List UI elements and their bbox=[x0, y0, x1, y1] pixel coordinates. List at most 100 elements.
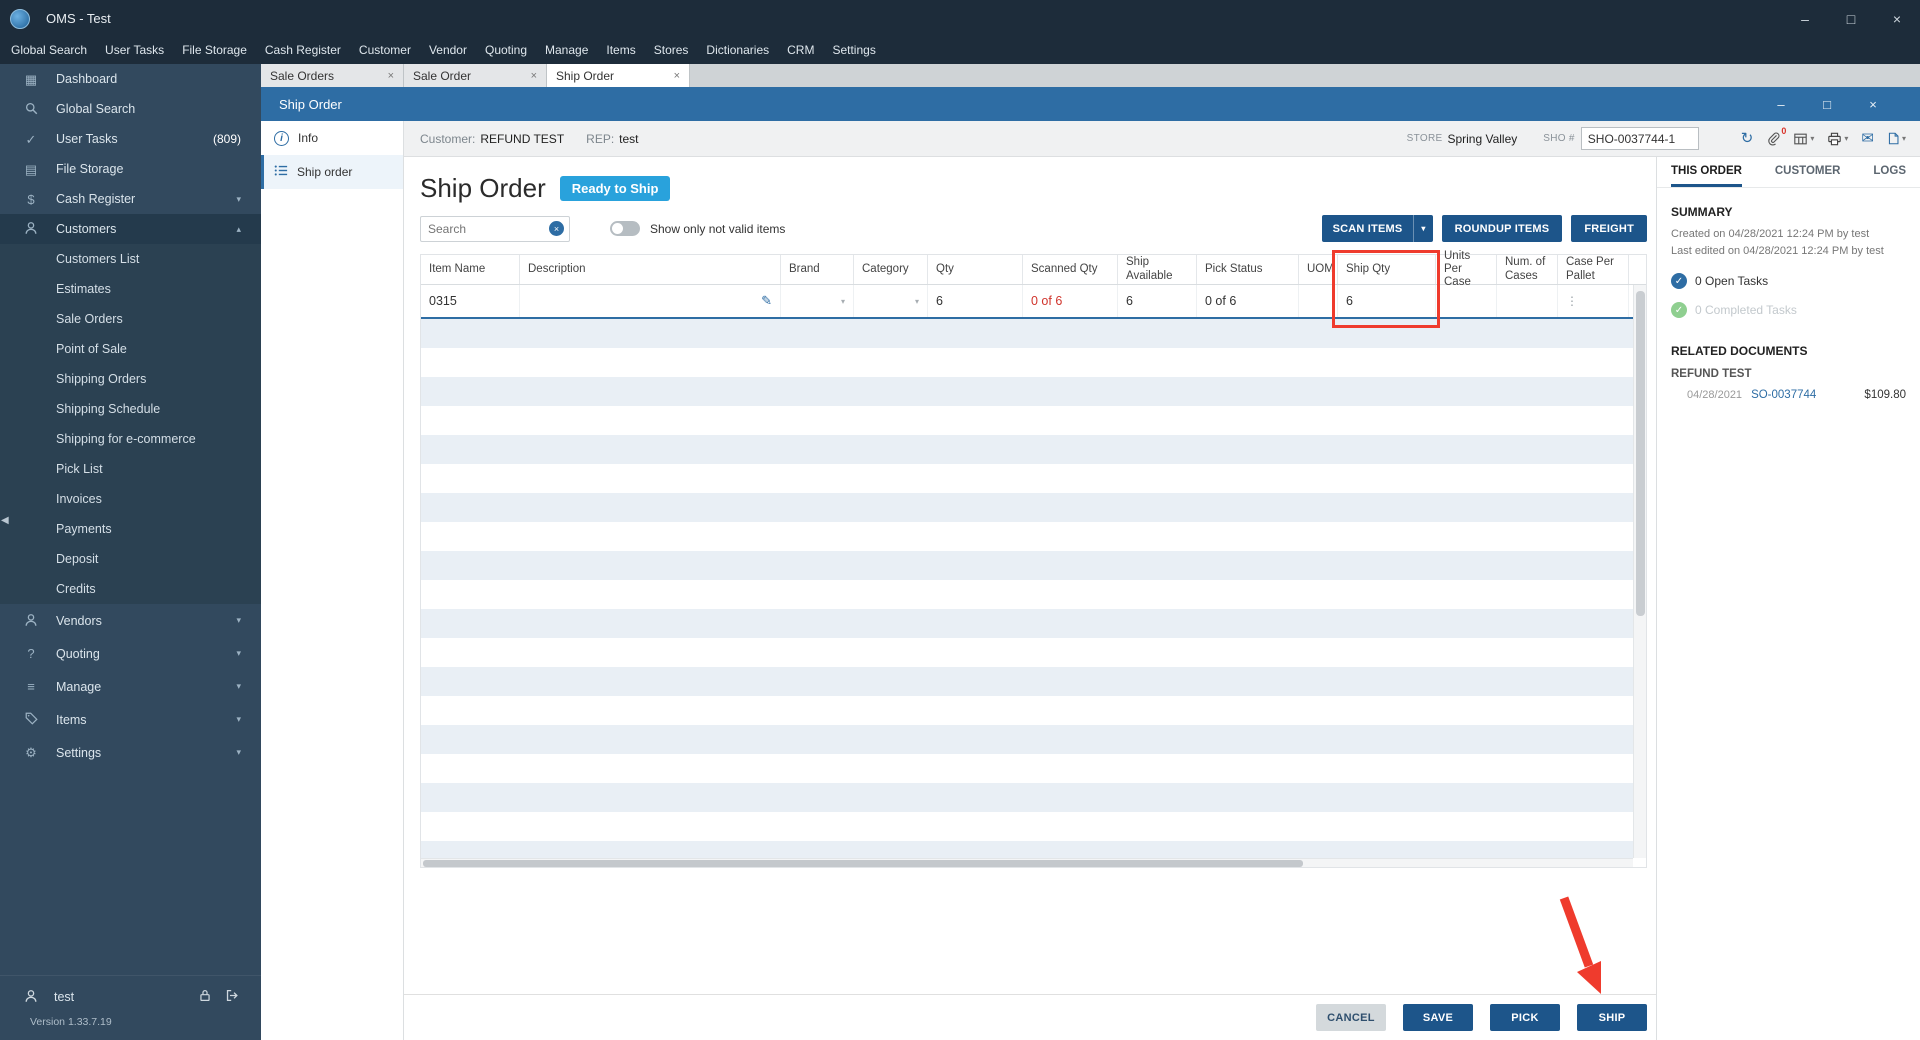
sidebar-item-sale-orders[interactable]: Sale Orders bbox=[0, 304, 261, 334]
col-uom[interactable]: UOM bbox=[1299, 255, 1338, 284]
cell-description[interactable]: ✎ bbox=[520, 285, 781, 317]
sidebar-item-manage[interactable]: ≡ Manage ▾ bbox=[0, 670, 261, 703]
cell-brand-dropdown[interactable]: ▾ bbox=[781, 285, 854, 317]
col-pick-status[interactable]: Pick Status bbox=[1197, 255, 1299, 284]
horizontal-scrollbar[interactable] bbox=[421, 858, 1633, 867]
sidebar-item-vendors[interactable]: Vendors ▾ bbox=[0, 604, 261, 637]
sho-number-input[interactable] bbox=[1580, 127, 1699, 150]
tab-customer[interactable]: CUSTOMER bbox=[1775, 157, 1841, 187]
col-brand[interactable]: Brand bbox=[781, 255, 854, 284]
pick-button[interactable]: PICK bbox=[1490, 1004, 1560, 1031]
logout-icon[interactable] bbox=[225, 989, 239, 1005]
scan-items-button[interactable]: SCAN ITEMS ▾ bbox=[1321, 215, 1433, 242]
sidebar-item-user-tasks[interactable]: ✓ User Tasks (809) bbox=[0, 124, 261, 154]
nav-item-info[interactable]: i Info bbox=[261, 121, 403, 155]
cell-case-per-pallet[interactable]: ⋮ bbox=[1558, 285, 1629, 317]
col-ship-qty[interactable]: Ship Qty bbox=[1338, 255, 1436, 284]
tab-close-icon[interactable]: × bbox=[388, 70, 394, 82]
sidebar-item-customers[interactable]: Customers ▴ bbox=[0, 214, 261, 244]
menu-vendor[interactable]: Vendor bbox=[420, 37, 476, 64]
row-menu-dots-icon[interactable]: ⋮ bbox=[1566, 294, 1578, 308]
sidebar-item-cash-register[interactable]: $ Cash Register ▾ bbox=[0, 184, 261, 214]
edit-pencil-icon[interactable]: ✎ bbox=[761, 293, 772, 309]
document-number-link[interactable]: SO-0037744 bbox=[1751, 389, 1816, 401]
horizontal-scrollbar-thumb[interactable] bbox=[423, 860, 1303, 867]
print-icon[interactable]: ▾ bbox=[1827, 132, 1848, 146]
completed-tasks-row[interactable]: ✓ 0 Completed Tasks bbox=[1671, 302, 1906, 319]
menu-stores[interactable]: Stores bbox=[645, 37, 698, 64]
sidebar-collapse-arrow[interactable]: ◀ bbox=[1, 515, 9, 526]
sidebar-item-global-search[interactable]: Global Search bbox=[0, 94, 261, 124]
sidebar-item-pick-list[interactable]: Pick List bbox=[0, 454, 261, 484]
email-icon[interactable]: ✉ bbox=[1861, 131, 1874, 146]
maximize-button[interactable]: □ bbox=[1828, 0, 1874, 37]
sidebar-item-customers-list[interactable]: Customers List bbox=[0, 244, 261, 274]
sidebar-item-file-storage[interactable]: ▤ File Storage bbox=[0, 154, 261, 184]
scan-items-dropdown[interactable]: ▾ bbox=[1413, 215, 1432, 242]
search-input[interactable] bbox=[428, 221, 538, 236]
cancel-button[interactable]: CANCEL bbox=[1316, 1004, 1386, 1031]
sidebar-item-shipping-orders[interactable]: Shipping Orders bbox=[0, 364, 261, 394]
sidebar-item-estimates[interactable]: Estimates bbox=[0, 274, 261, 304]
sidebar-item-dashboard[interactable]: ▦ Dashboard bbox=[0, 64, 261, 94]
sidebar-item-invoices[interactable]: Invoices bbox=[0, 484, 261, 514]
tab-ship-order[interactable]: Ship Order × bbox=[547, 64, 690, 87]
menu-crm[interactable]: CRM bbox=[778, 37, 823, 64]
cell-ship-qty[interactable]: 6 bbox=[1338, 285, 1436, 317]
tab-close-icon[interactable]: × bbox=[531, 70, 537, 82]
sync-icon[interactable]: ↻ bbox=[1741, 131, 1754, 146]
vertical-scrollbar-thumb[interactable] bbox=[1636, 291, 1645, 616]
col-item-name[interactable]: Item Name bbox=[421, 255, 520, 284]
nav-item-ship-order[interactable]: Ship order bbox=[261, 155, 403, 189]
minimize-button[interactable]: – bbox=[1782, 0, 1828, 37]
sidebar-item-payments[interactable]: Payments bbox=[0, 514, 261, 544]
col-category[interactable]: Category bbox=[854, 255, 928, 284]
cell-category-dropdown[interactable]: ▾ bbox=[854, 285, 928, 317]
save-button[interactable]: SAVE bbox=[1403, 1004, 1473, 1031]
menu-user-tasks[interactable]: User Tasks bbox=[96, 37, 173, 64]
sidebar-item-credits[interactable]: Credits bbox=[0, 574, 261, 604]
tab-this-order[interactable]: THIS ORDER bbox=[1671, 157, 1742, 187]
col-description[interactable]: Description bbox=[520, 255, 781, 284]
menu-cash-register[interactable]: Cash Register bbox=[256, 37, 350, 64]
menu-global-search[interactable]: Global Search bbox=[2, 37, 96, 64]
search-clear-icon[interactable]: × bbox=[549, 221, 564, 236]
menu-quoting[interactable]: Quoting bbox=[476, 37, 536, 64]
inner-close-button[interactable]: × bbox=[1850, 97, 1896, 112]
not-valid-items-toggle[interactable] bbox=[610, 221, 640, 236]
open-tasks-row[interactable]: ✓ 0 Open Tasks bbox=[1671, 273, 1906, 290]
tab-sale-order[interactable]: Sale Order × bbox=[404, 64, 547, 87]
inner-minimize-button[interactable]: – bbox=[1758, 97, 1804, 112]
sidebar-item-items[interactable]: Items ▾ bbox=[0, 703, 261, 736]
menu-items[interactable]: Items bbox=[597, 37, 644, 64]
ship-button[interactable]: SHIP bbox=[1577, 1004, 1647, 1031]
tab-sale-orders[interactable]: Sale Orders × bbox=[261, 64, 404, 87]
menu-customer[interactable]: Customer bbox=[350, 37, 420, 64]
col-case-per-pallet[interactable]: Case Per Pallet bbox=[1558, 255, 1629, 284]
freight-button[interactable]: FREIGHT bbox=[1571, 215, 1647, 242]
table-row[interactable]: 0315 ✎ ▾ ▾ 6 0 of 6 6 0 of 6 6 ⋮ bbox=[421, 285, 1646, 319]
sidebar-item-shipping-schedule[interactable]: Shipping Schedule bbox=[0, 394, 261, 424]
menu-file-storage[interactable]: File Storage bbox=[173, 37, 256, 64]
tab-close-icon[interactable]: × bbox=[674, 70, 680, 82]
sidebar-item-quoting[interactable]: ? Quoting ▾ bbox=[0, 637, 261, 670]
menu-manage[interactable]: Manage bbox=[536, 37, 597, 64]
vertical-scrollbar[interactable] bbox=[1633, 285, 1646, 858]
sidebar-item-deposit[interactable]: Deposit bbox=[0, 544, 261, 574]
sidebar-item-point-of-sale[interactable]: Point of Sale bbox=[0, 334, 261, 364]
menu-dictionaries[interactable]: Dictionaries bbox=[697, 37, 778, 64]
sidebar-item-shipping-ecommerce[interactable]: Shipping for e-commerce bbox=[0, 424, 261, 454]
inner-maximize-button[interactable]: □ bbox=[1804, 97, 1850, 112]
roundup-items-button[interactable]: ROUNDUP ITEMS bbox=[1441, 215, 1563, 242]
menu-settings[interactable]: Settings bbox=[823, 37, 884, 64]
col-num-of-cases[interactable]: Num. of Cases bbox=[1497, 255, 1558, 284]
col-qty[interactable]: Qty bbox=[928, 255, 1023, 284]
attachments-icon[interactable]: 0 bbox=[1766, 126, 1786, 146]
close-button[interactable]: × bbox=[1874, 0, 1920, 37]
sidebar-item-settings[interactable]: ⚙ Settings ▾ bbox=[0, 736, 261, 769]
col-ship-available[interactable]: Ship Available bbox=[1118, 255, 1197, 284]
col-units-per-case[interactable]: Units Per Case bbox=[1436, 250, 1497, 288]
chevron-down-icon[interactable]: ▾ bbox=[915, 297, 919, 306]
chevron-down-icon[interactable]: ▾ bbox=[841, 297, 845, 306]
tab-logs[interactable]: LOGS bbox=[1873, 157, 1906, 187]
